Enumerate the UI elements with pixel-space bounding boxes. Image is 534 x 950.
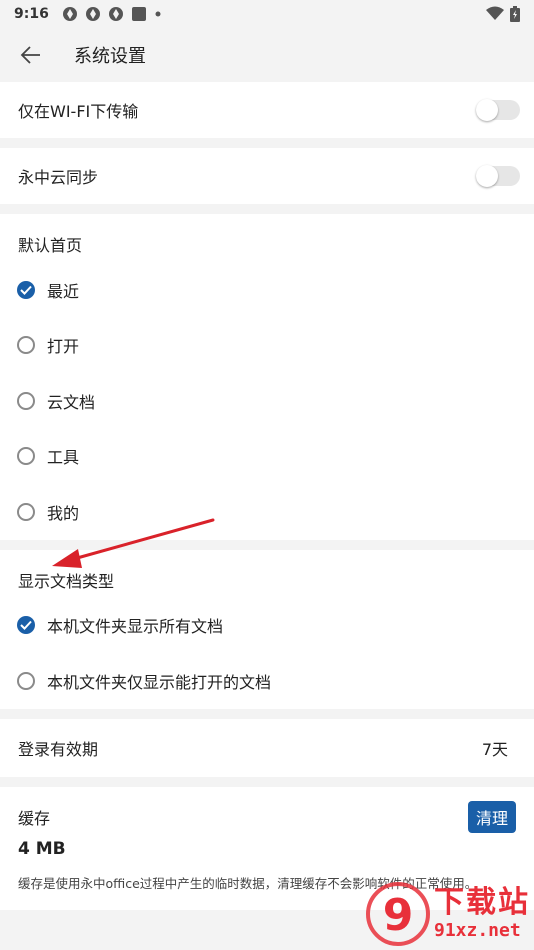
svg-text:9: 9: [383, 890, 414, 941]
app-bar: 系统设置: [0, 28, 534, 82]
back-button[interactable]: [16, 40, 46, 70]
doc-types-title: 显示文档类型: [18, 571, 115, 591]
option-label: 打开: [47, 337, 80, 357]
clear-cache-button[interactable]: 清理: [467, 800, 516, 833]
wifi-only-row[interactable]: 仅在WI-FI下传输: [0, 82, 534, 138]
toggle-knob: [476, 165, 498, 187]
option-label: 最近: [47, 281, 80, 301]
option-label: 本机文件夹显示所有文档: [47, 617, 224, 637]
login-validity-value: 7天: [481, 739, 508, 759]
notification-icon: [108, 7, 123, 21]
checked-radio-icon: [17, 616, 35, 635]
checked-radio-icon: [17, 280, 35, 299]
cloud-sync-card: 永中云同步: [0, 148, 534, 204]
cloud-sync-row[interactable]: 永中云同步: [0, 148, 534, 204]
option-show-openable[interactable]: 本机文件夹仅显示能打开的文档: [0, 653, 534, 709]
option-label: 我的: [47, 503, 80, 523]
doc-types-card: 显示文档类型 本机文件夹显示所有文档 本机文件夹仅显示能打开的文档: [0, 549, 534, 709]
cloud-sync-toggle[interactable]: [476, 165, 520, 187]
login-validity-label: 登录有效期: [18, 739, 99, 759]
default-home-card: 默认首页 最近 打开 云文档 工具 我的: [0, 214, 534, 540]
status-bar: 9:16: [0, 0, 534, 28]
option-tools[interactable]: 工具: [0, 429, 534, 485]
radio-icon: [17, 447, 35, 466]
wifi-only-toggle[interactable]: [476, 99, 520, 121]
wifi-only-card: 仅在WI-FI下传输: [0, 82, 534, 138]
radio-icon: [17, 502, 35, 521]
login-validity-row[interactable]: 登录有效期 7天: [0, 719, 534, 777]
notification-icon: [62, 7, 77, 21]
login-validity-card: 登录有效期 7天: [0, 718, 534, 777]
status-time: 9:16: [14, 6, 49, 22]
option-recent[interactable]: 最近: [0, 262, 534, 318]
wifi-only-label: 仅在WI-FI下传输: [18, 102, 139, 121]
cloud-sync-label: 永中云同步: [18, 168, 99, 187]
watermark-url: 91xz.net: [434, 920, 521, 941]
option-label: 工具: [47, 448, 80, 468]
wifi-icon: [486, 6, 504, 20]
radio-icon: [17, 336, 35, 355]
page-title: 系统设置: [74, 46, 146, 67]
option-open[interactable]: 打开: [0, 318, 534, 374]
watermark-logo-icon: 9: [366, 882, 430, 946]
radio-icon: [17, 391, 35, 410]
option-label: 云文档: [47, 392, 96, 412]
radio-icon: [17, 671, 35, 690]
square-icon: [131, 7, 146, 21]
notification-icon: [85, 7, 100, 21]
cache-label: 缓存: [18, 808, 51, 828]
toggle-knob: [476, 99, 498, 121]
watermark: 9 下载站 91xz.net: [364, 880, 530, 948]
option-cloud-docs[interactable]: 云文档: [0, 373, 534, 429]
arrow-left-icon: [20, 46, 40, 64]
option-mine[interactable]: 我的: [0, 484, 534, 540]
dot-icon: [155, 11, 161, 17]
default-home-title: 默认首页: [18, 236, 83, 255]
cache-size: 4 MB: [18, 838, 66, 859]
option-show-all[interactable]: 本机文件夹显示所有文档: [0, 598, 534, 654]
option-label: 本机文件夹仅显示能打开的文档: [47, 672, 272, 692]
watermark-title: 下载站: [434, 885, 530, 920]
battery-icon: [510, 6, 520, 22]
